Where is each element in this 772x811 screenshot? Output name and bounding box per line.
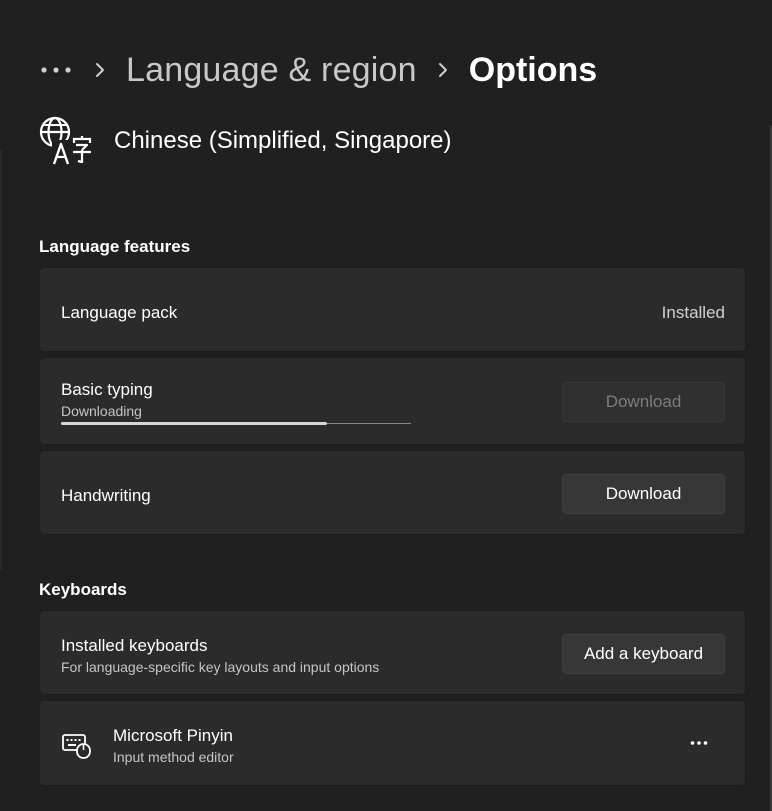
breadcrumb-language-region[interactable]: Language & region (126, 51, 417, 90)
keyboard-more-options-button[interactable] (683, 727, 715, 759)
handwriting-download-button[interactable]: Download (562, 474, 725, 514)
language-icon (39, 116, 92, 166)
handwriting-card: Handwriting Download (39, 450, 746, 535)
basic-typing-status: Downloading (61, 403, 142, 419)
window-edge (0, 150, 2, 570)
keyboard-name: Microsoft Pinyin (113, 726, 233, 745)
language-pack-status: Installed (661, 303, 725, 322)
page-title: Options (468, 50, 598, 89)
chevron-right-icon (94, 50, 116, 90)
keyboard-icon (62, 734, 91, 759)
settings-page: Language & region Options Chinese (Simpl… (0, 0, 772, 811)
basic-typing-download-button[interactable]: Download (562, 382, 725, 422)
language-header: Chinese (Simplified, Singapore) (38, 113, 452, 169)
installed-keyboards-description: For language-specific key layouts and in… (61, 659, 380, 675)
language-pack-card: Language pack Installed (39, 267, 746, 352)
more-horizontal-icon (41, 67, 71, 73)
basic-typing-card: Basic typing Downloading Download (39, 357, 746, 445)
breadcrumb: Language & region Options (40, 46, 597, 94)
chevron-right-icon (437, 50, 459, 90)
installed-keyboards-label: Installed keyboards (61, 636, 208, 655)
add-keyboard-button[interactable]: Add a keyboard (562, 634, 725, 674)
section-keyboards: Keyboards (39, 580, 127, 599)
language-pack-label: Language pack (61, 303, 178, 322)
progress-fill (61, 422, 327, 425)
installed-keyboards-card: Installed keyboards For language-specifi… (39, 610, 746, 695)
basic-typing-progress (61, 422, 411, 425)
handwriting-label: Handwriting (61, 486, 151, 505)
breadcrumb-more-button[interactable] (40, 50, 78, 90)
more-horizontal-icon (690, 741, 708, 745)
keyboard-item-microsoft-pinyin: Microsoft Pinyin Input method editor (39, 700, 746, 786)
keyboard-description: Input method editor (113, 749, 234, 765)
section-language-features: Language features (39, 237, 191, 256)
language-name: Chinese (Simplified, Singapore) (114, 127, 452, 154)
basic-typing-label: Basic typing (61, 380, 153, 399)
